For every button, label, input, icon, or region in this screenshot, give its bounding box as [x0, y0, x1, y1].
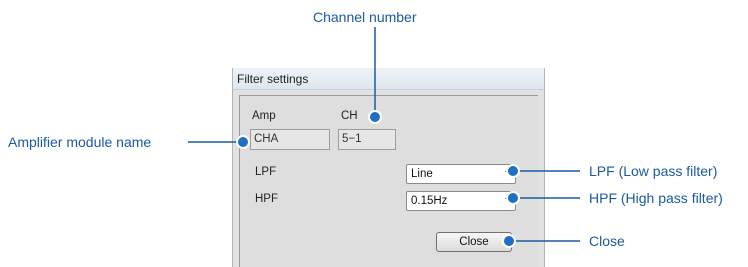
callout-amplifier-module-name: Amplifier module name: [8, 134, 152, 150]
callout-close: Close: [589, 233, 625, 249]
lpf-marker: [506, 164, 520, 178]
close-marker: [502, 234, 516, 248]
callout-lpf: LPF (Low pass filter): [589, 163, 718, 179]
callout-channel-number: Channel number: [313, 9, 417, 25]
hpf-marker: [506, 191, 520, 205]
amplifier-marker: [236, 135, 250, 149]
channel-number-marker: [368, 110, 382, 124]
callout-hpf: HPF (High pass filter): [589, 190, 723, 206]
